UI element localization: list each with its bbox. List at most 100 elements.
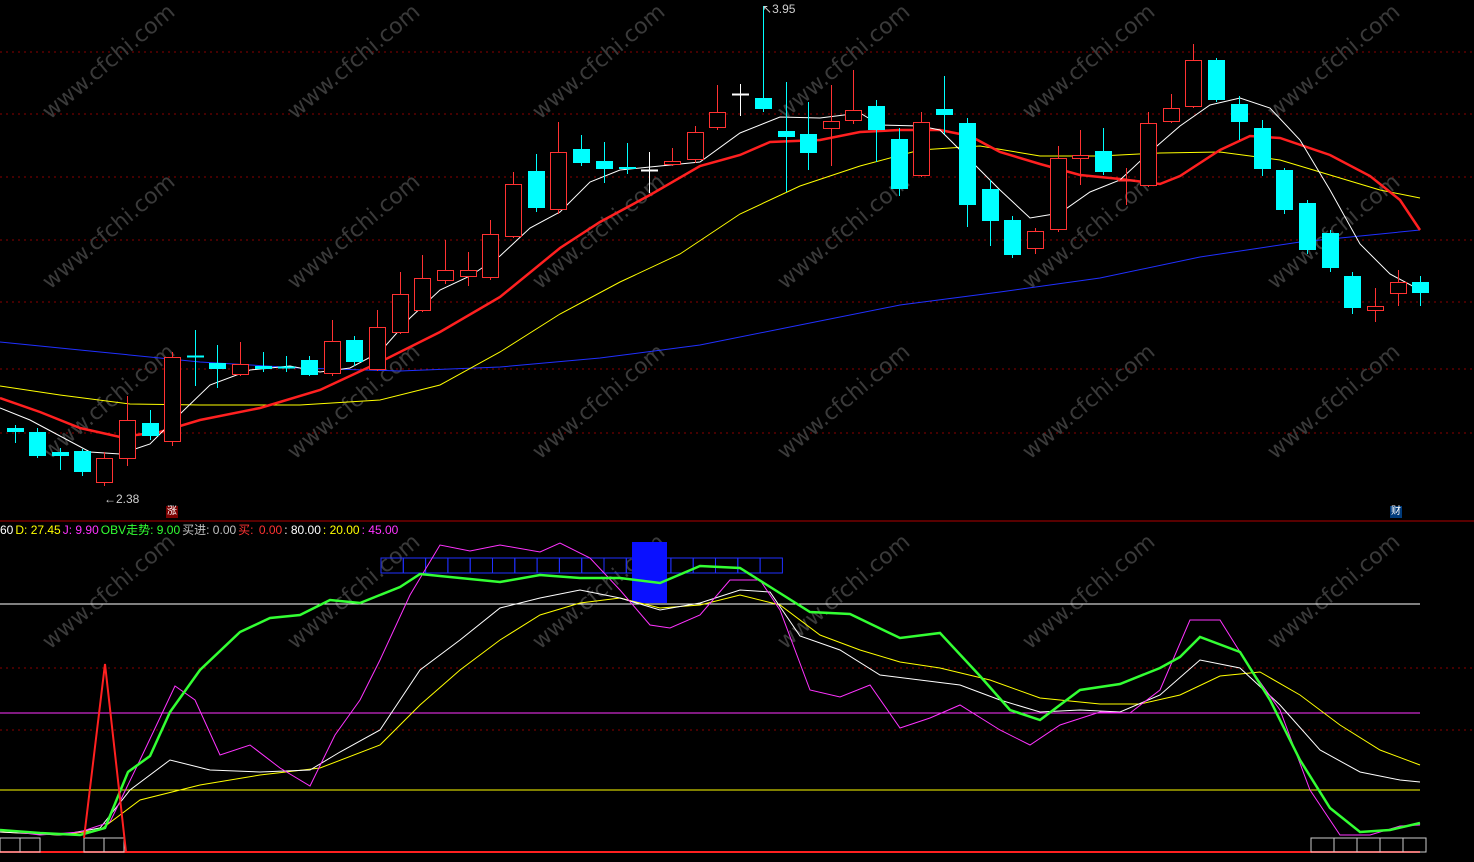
candle-up[interactable] bbox=[687, 126, 704, 163]
candle-down[interactable] bbox=[573, 135, 590, 166]
candle-up[interactable] bbox=[709, 85, 726, 130]
signal-box bbox=[514, 557, 538, 574]
candle-down[interactable] bbox=[1412, 276, 1429, 306]
candle-down[interactable] bbox=[142, 410, 159, 440]
signal-box bbox=[581, 557, 605, 574]
finance-report-badge[interactable]: 财 bbox=[1390, 506, 1402, 518]
candle-up[interactable] bbox=[732, 84, 749, 116]
watermark-text: www.cfchi.com bbox=[1018, 0, 1160, 125]
candle-up[interactable] bbox=[664, 148, 681, 166]
signal-box bbox=[1356, 837, 1381, 853]
candle-down[interactable] bbox=[346, 336, 363, 366]
candle-up[interactable] bbox=[823, 85, 840, 166]
candle-up[interactable] bbox=[1367, 288, 1384, 322]
indicator-box-strip bbox=[0, 542, 1427, 853]
candle-down[interactable] bbox=[1299, 200, 1316, 254]
candle-down[interactable] bbox=[29, 428, 46, 458]
watermark-text: www.cfchi.com bbox=[38, 529, 180, 654]
candle-up[interactable] bbox=[369, 310, 386, 371]
watermark-text: www.cfchi.com bbox=[1018, 529, 1160, 654]
candle-down[interactable] bbox=[1208, 58, 1225, 102]
signal-box bbox=[759, 557, 783, 574]
candle-down[interactable] bbox=[74, 449, 91, 476]
signal-box bbox=[536, 557, 560, 574]
candle-up[interactable] bbox=[1050, 146, 1067, 232]
candle-down[interactable] bbox=[891, 128, 908, 196]
candle-down[interactable] bbox=[959, 118, 976, 227]
candle-up[interactable] bbox=[437, 240, 454, 284]
moving-average-lines bbox=[0, 97, 1422, 455]
indicator-level-lines bbox=[0, 603, 1420, 853]
indicator-lines bbox=[0, 542, 1421, 853]
candle-down[interactable] bbox=[596, 142, 613, 183]
candle-up[interactable] bbox=[392, 272, 409, 334]
signal-box bbox=[492, 557, 516, 574]
candle-up[interactable] bbox=[1140, 112, 1157, 187]
candle-up[interactable] bbox=[482, 220, 499, 280]
ma10-line bbox=[0, 128, 1422, 439]
watermark-text: www.cfchi.com bbox=[283, 529, 425, 654]
candle-down[interactable] bbox=[1322, 230, 1339, 272]
candlestick-series[interactable] bbox=[7, 6, 1429, 486]
candle-down[interactable] bbox=[1276, 168, 1293, 214]
signal-box bbox=[447, 557, 471, 574]
watermark-text: www.cfchi.com bbox=[1263, 0, 1405, 125]
signal-box bbox=[715, 557, 739, 574]
candle-down[interactable] bbox=[255, 352, 272, 372]
signal-bar bbox=[632, 542, 667, 603]
legend-item-obv: OBV走势: 9.00 bbox=[100, 523, 181, 537]
signal-box bbox=[558, 557, 583, 574]
candle-down[interactable] bbox=[1095, 128, 1112, 175]
signal-box bbox=[83, 837, 105, 853]
stock-chart[interactable]: www.cfchi.com www.cfchi.com www.cfchi.com w… bbox=[0, 0, 1474, 862]
watermark-text: www.cfchi.com bbox=[38, 0, 180, 125]
candle-down[interactable] bbox=[278, 356, 295, 372]
legend-item-buy_value: 0.00 bbox=[258, 523, 283, 537]
indicator-legend: 60 D: 27.45 J: 9.90 OBV走势: 9.00 买进: 0.00 买: 0… bbox=[0, 521, 400, 537]
signal-box bbox=[1333, 837, 1358, 853]
legend-item-buy_label: 买: bbox=[238, 523, 257, 537]
legend-item-level_80: : 80.00 bbox=[284, 523, 321, 537]
candle-up[interactable] bbox=[96, 452, 113, 486]
legend-item-d: D: 27.45 bbox=[15, 523, 61, 537]
grid-lines bbox=[0, 51, 1474, 731]
ma60-line bbox=[0, 229, 1421, 372]
candle-down[interactable] bbox=[1231, 96, 1248, 140]
candle-down[interactable] bbox=[755, 6, 772, 112]
candle-down[interactable] bbox=[187, 330, 204, 386]
signal-box bbox=[1310, 837, 1335, 853]
watermark-text: www.cfchi.com bbox=[773, 0, 915, 125]
candle-down[interactable] bbox=[528, 154, 545, 212]
candle-up[interactable] bbox=[324, 320, 341, 376]
candle-up[interactable] bbox=[505, 172, 522, 238]
candle-down[interactable] bbox=[1344, 272, 1361, 314]
legend-item-j: J: 9.90 bbox=[62, 523, 99, 537]
signal-box bbox=[737, 557, 761, 574]
candle-up[interactable] bbox=[1185, 44, 1202, 108]
candle-down[interactable] bbox=[982, 180, 999, 246]
candle-down[interactable] bbox=[936, 76, 953, 134]
candle-up[interactable] bbox=[845, 70, 862, 124]
candle-up[interactable] bbox=[1027, 228, 1044, 254]
legend-item-level_20: : 20.00 bbox=[322, 523, 360, 537]
candle-down[interactable] bbox=[301, 356, 318, 376]
candle-down[interactable] bbox=[7, 425, 24, 443]
d-line bbox=[0, 594, 1421, 836]
candle-up[interactable] bbox=[460, 252, 477, 286]
watermark-text: www.cfchi.com bbox=[283, 0, 425, 125]
candle-up[interactable] bbox=[550, 122, 567, 214]
watermark-text: www.cfchi.com bbox=[528, 0, 670, 125]
obv-trend-line bbox=[0, 564, 1421, 837]
candle-up[interactable] bbox=[1163, 94, 1180, 123]
candle-down[interactable] bbox=[1004, 216, 1021, 258]
candle-down[interactable] bbox=[209, 345, 226, 388]
rise-limit-badge[interactable]: 涨 bbox=[166, 506, 178, 518]
arrow-left-icon: ↖ bbox=[762, 2, 773, 16]
candle-up[interactable] bbox=[232, 342, 249, 376]
legend-item-buy_in: 买进: 0.00 bbox=[182, 523, 237, 537]
candle-up[interactable] bbox=[414, 255, 431, 312]
arrow-left-icon: ← bbox=[104, 492, 116, 506]
candle-up[interactable] bbox=[164, 352, 181, 446]
candle-up[interactable] bbox=[913, 112, 930, 177]
candle-down[interactable] bbox=[1254, 120, 1271, 176]
